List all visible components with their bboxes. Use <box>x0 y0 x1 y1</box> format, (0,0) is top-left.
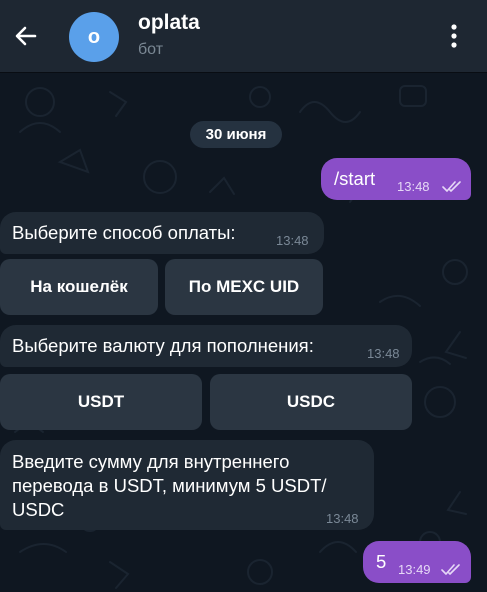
message-time: 13:48 <box>397 179 430 194</box>
arrow-left-icon <box>15 26 37 46</box>
double-check-icon <box>441 564 460 575</box>
double-check-icon <box>442 181 461 192</box>
message-time: 13:48 <box>326 511 359 526</box>
message-text-line: Введите сумму для внутреннего <box>12 451 290 472</box>
outgoing-message[interactable]: /start 13:48 <box>321 158 471 200</box>
chat-subtitle: бот <box>138 41 164 58</box>
message-text-line: USDC <box>12 499 65 520</box>
back-button[interactable] <box>8 18 44 54</box>
incoming-message[interactable]: Выберите способ оплаты: 13:48 <box>0 212 324 254</box>
inline-button-wallet[interactable]: На кошелёк <box>0 259 158 315</box>
message-text: Выберите способ оплаты: <box>12 222 236 243</box>
inline-button-usdt[interactable]: USDT <box>0 374 202 430</box>
message-text: Выберите валюту для пополнения: <box>12 335 314 356</box>
date-separator: 30 июня <box>190 121 282 148</box>
avatar[interactable]: o <box>69 12 119 62</box>
inline-button-usdc[interactable]: USDC <box>210 374 412 430</box>
date-label: 30 июня <box>205 126 267 143</box>
incoming-message[interactable]: Введите сумму для внутреннего перевода в… <box>0 440 374 530</box>
chat-area[interactable]: 30 июня /start 13:48 Выберите способ опл… <box>0 72 487 592</box>
message-time: 13:48 <box>367 346 400 361</box>
menu-button[interactable] <box>439 18 469 54</box>
message-text-line: перевода в USDT, минимум 5 USDT/ <box>12 475 327 496</box>
incoming-message[interactable]: Выберите валюту для пополнения: 13:48 <box>0 325 412 367</box>
chat-header: o oplata бот <box>0 0 487 72</box>
chat-title[interactable]: oplata <box>138 11 200 35</box>
outgoing-message[interactable]: 5 13:49 <box>363 541 471 583</box>
message-time: 13:49 <box>398 562 431 577</box>
kebab-menu-icon <box>451 24 457 48</box>
avatar-letter: o <box>87 25 101 48</box>
message-text: 5 <box>376 551 387 572</box>
inline-button-mexc-uid[interactable]: По MEXC UID <box>165 259 323 315</box>
message-time: 13:48 <box>276 233 309 248</box>
message-text: /start <box>334 168 376 189</box>
